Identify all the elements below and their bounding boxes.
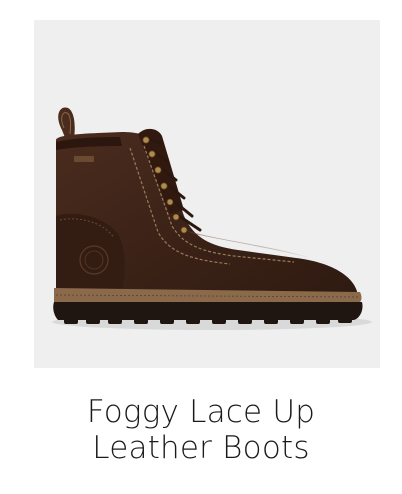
product-title-line2[interactable]: Leather Boots <box>0 430 402 466</box>
product-title[interactable]: Foggy Lace Up Leather Boots <box>0 394 402 466</box>
product-title-line1[interactable]: Foggy Lace Up <box>0 394 402 430</box>
product-card[interactable]: Foggy Lace Up Leather Boots <box>0 0 402 494</box>
product-image[interactable] <box>34 20 380 368</box>
boot-icon <box>52 107 372 330</box>
